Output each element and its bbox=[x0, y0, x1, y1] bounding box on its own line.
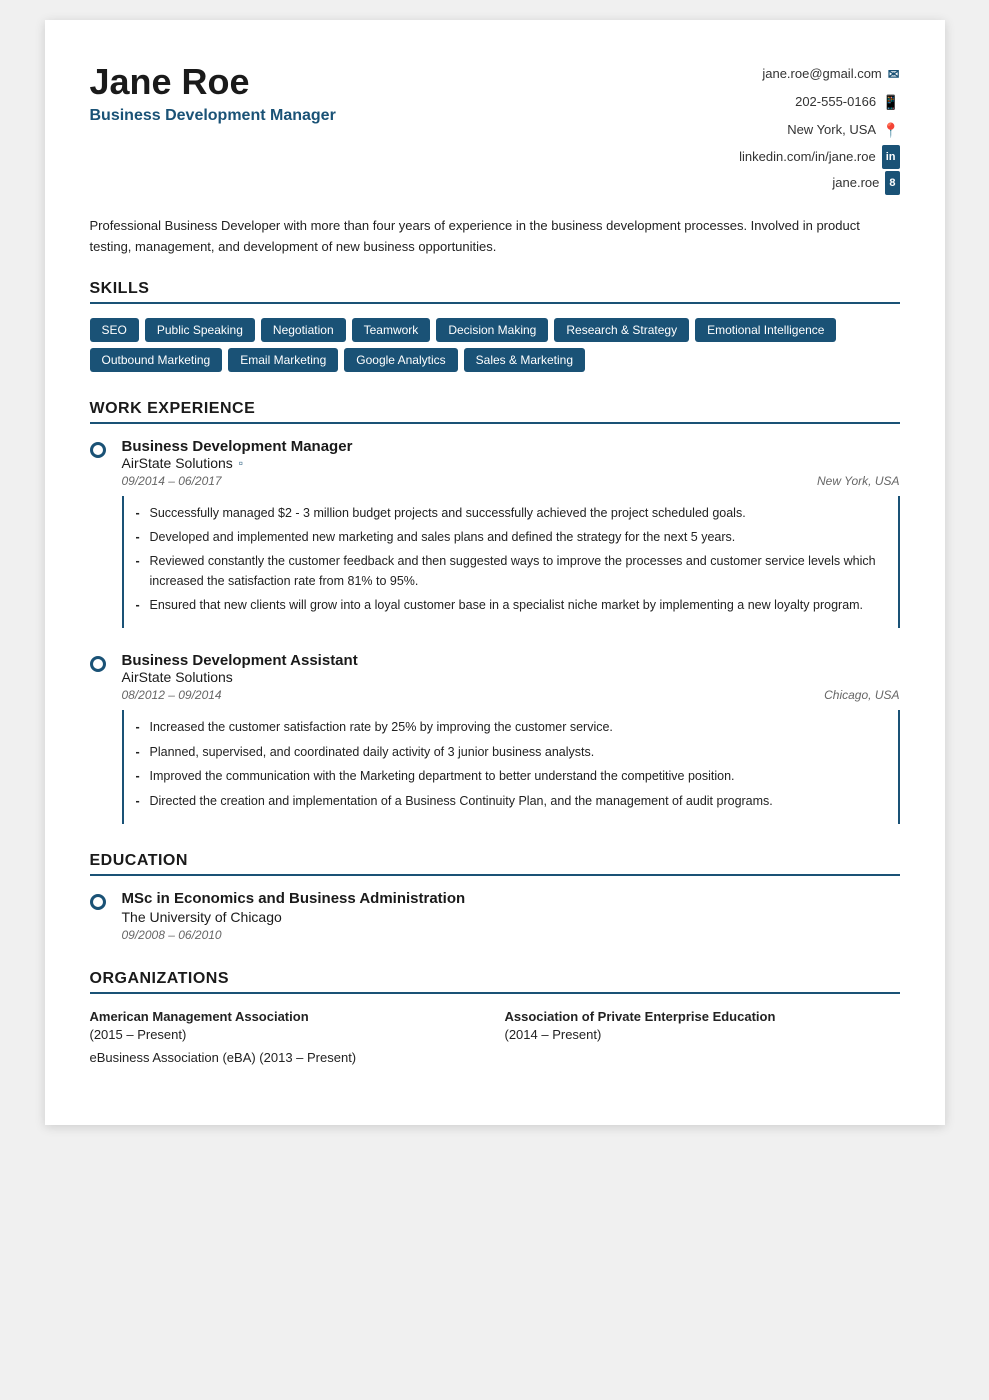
skill-tag: SEO bbox=[90, 318, 139, 342]
contact-info: jane.roe@gmail.com ✉ 202-555-0166 📱 New … bbox=[739, 60, 899, 196]
org-years: (2014 – Present) bbox=[505, 1027, 602, 1042]
timeline-dot bbox=[90, 442, 106, 629]
edu-content: MSc in Economics and Business Administra… bbox=[122, 890, 900, 942]
job-date: 08/2012 – 09/2014 bbox=[122, 688, 222, 702]
org-item: American Management Association (2015 – P… bbox=[90, 1008, 485, 1044]
list-item: Reviewed constantly the customer feedbac… bbox=[136, 552, 886, 591]
resume-container: Jane Roe Business Development Manager ja… bbox=[45, 20, 945, 1125]
location-icon: 📍 bbox=[882, 116, 899, 144]
list-item: Increased the customer satisfaction rate… bbox=[136, 718, 886, 737]
work-content: Business Development Manager AirState So… bbox=[122, 438, 900, 629]
linkedin-icon: in bbox=[882, 145, 900, 169]
job-location: Chicago, USA bbox=[824, 688, 899, 702]
work-experience-section: WORK EXPERIENCE Business Development Man… bbox=[90, 400, 900, 824]
skills-section: SKILLS SEOPublic SpeakingNegotiationTeam… bbox=[90, 280, 900, 372]
timeline-dot bbox=[90, 656, 106, 824]
job-date: 09/2014 – 06/2017 bbox=[122, 474, 222, 488]
job-date-location: 08/2012 – 09/2014 Chicago, USA bbox=[122, 688, 900, 702]
skill-tag: Outbound Marketing bbox=[90, 348, 223, 372]
edu-items: MSc in Economics and Business Administra… bbox=[90, 890, 900, 942]
phone-text: 202-555-0166 bbox=[795, 89, 876, 115]
work-item: Business Development Manager AirState So… bbox=[90, 438, 900, 629]
job-title: Business Development Assistant bbox=[122, 652, 900, 669]
org-years: (2015 – Present) bbox=[90, 1027, 187, 1042]
skill-tag: Sales & Marketing bbox=[464, 348, 585, 372]
location-row: New York, USA 📍 bbox=[739, 116, 899, 144]
list-item: Developed and implemented new marketing … bbox=[136, 528, 886, 547]
list-item: Improved the communication with the Mark… bbox=[136, 767, 886, 786]
edu-degree: MSc in Economics and Business Administra… bbox=[122, 890, 900, 907]
skill-tag: Emotional Intelligence bbox=[695, 318, 836, 342]
portfolio-icon: 8 bbox=[885, 171, 899, 195]
work-items: Business Development Manager AirState So… bbox=[90, 438, 900, 824]
company-name: AirState Solutions bbox=[122, 669, 900, 685]
email-icon: ✉ bbox=[888, 60, 900, 88]
list-item: Directed the creation and implementation… bbox=[136, 792, 886, 811]
dot-circle bbox=[90, 894, 106, 910]
single-org: eBusiness Association (eBA) (2013 – Pres… bbox=[90, 1050, 900, 1065]
portfolio-text: jane.roe bbox=[832, 170, 879, 196]
job-bullets: Successfully managed $2 - 3 million budg… bbox=[122, 496, 900, 629]
org-name: American Management Association bbox=[90, 1009, 309, 1024]
list-item: Ensured that new clients will grow into … bbox=[136, 596, 886, 615]
email-text: jane.roe@gmail.com bbox=[762, 61, 881, 87]
linkedin-row[interactable]: linkedin.com/in/jane.roe in bbox=[739, 144, 899, 170]
summary-text: Professional Business Developer with mor… bbox=[90, 216, 900, 258]
linkedin-text: linkedin.com/in/jane.roe bbox=[739, 144, 876, 170]
location-text: New York, USA bbox=[787, 117, 876, 143]
candidate-name: Jane Roe bbox=[90, 60, 336, 103]
skill-tag: Email Marketing bbox=[228, 348, 338, 372]
skill-tag: Teamwork bbox=[352, 318, 431, 342]
organizations-section: ORGANIZATIONS American Management Associ… bbox=[90, 970, 900, 1065]
header-left: Jane Roe Business Development Manager bbox=[90, 60, 336, 125]
work-item: Business Development Assistant AirState … bbox=[90, 652, 900, 824]
external-link-icon[interactable]: ▫ bbox=[239, 456, 243, 470]
edu-school: The University of Chicago bbox=[122, 909, 900, 925]
email-row: jane.roe@gmail.com ✉ bbox=[739, 60, 899, 88]
edu-item: MSc in Economics and Business Administra… bbox=[90, 890, 900, 942]
orgs-grid: American Management Association (2015 – P… bbox=[90, 1008, 900, 1044]
portfolio-row[interactable]: jane.roe 8 bbox=[739, 170, 899, 196]
education-title: EDUCATION bbox=[90, 852, 900, 876]
dot-circle bbox=[90, 656, 106, 672]
job-date-location: 09/2014 – 06/2017 New York, USA bbox=[122, 474, 900, 488]
phone-icon: 📱 bbox=[882, 88, 899, 116]
skill-tag: Public Speaking bbox=[145, 318, 255, 342]
orgs-title: ORGANIZATIONS bbox=[90, 970, 900, 994]
dot-circle bbox=[90, 442, 106, 458]
work-title: WORK EXPERIENCE bbox=[90, 400, 900, 424]
work-content: Business Development Assistant AirState … bbox=[122, 652, 900, 824]
org-item: Association of Private Enterprise Educat… bbox=[505, 1008, 900, 1044]
list-item: Planned, supervised, and coordinated dai… bbox=[136, 743, 886, 762]
company-name: AirState Solutions ▫ bbox=[122, 455, 900, 471]
skill-tag: Decision Making bbox=[436, 318, 548, 342]
job-bullets: Increased the customer satisfaction rate… bbox=[122, 710, 900, 824]
org-name: Association of Private Enterprise Educat… bbox=[505, 1009, 776, 1024]
job-title: Business Development Manager bbox=[122, 438, 900, 455]
header-section: Jane Roe Business Development Manager ja… bbox=[90, 60, 900, 196]
candidate-title: Business Development Manager bbox=[90, 107, 336, 125]
skills-title: SKILLS bbox=[90, 280, 900, 304]
skill-tag: Negotiation bbox=[261, 318, 346, 342]
phone-row: 202-555-0166 📱 bbox=[739, 88, 899, 116]
skill-tag: Google Analytics bbox=[344, 348, 457, 372]
timeline-dot bbox=[90, 894, 106, 942]
education-section: EDUCATION MSc in Economics and Business … bbox=[90, 852, 900, 942]
skills-tags-container: SEOPublic SpeakingNegotiationTeamworkDec… bbox=[90, 318, 900, 372]
skill-tag: Research & Strategy bbox=[554, 318, 689, 342]
list-item: Successfully managed $2 - 3 million budg… bbox=[136, 504, 886, 523]
edu-date: 09/2008 – 06/2010 bbox=[122, 928, 900, 942]
job-location: New York, USA bbox=[817, 474, 899, 488]
